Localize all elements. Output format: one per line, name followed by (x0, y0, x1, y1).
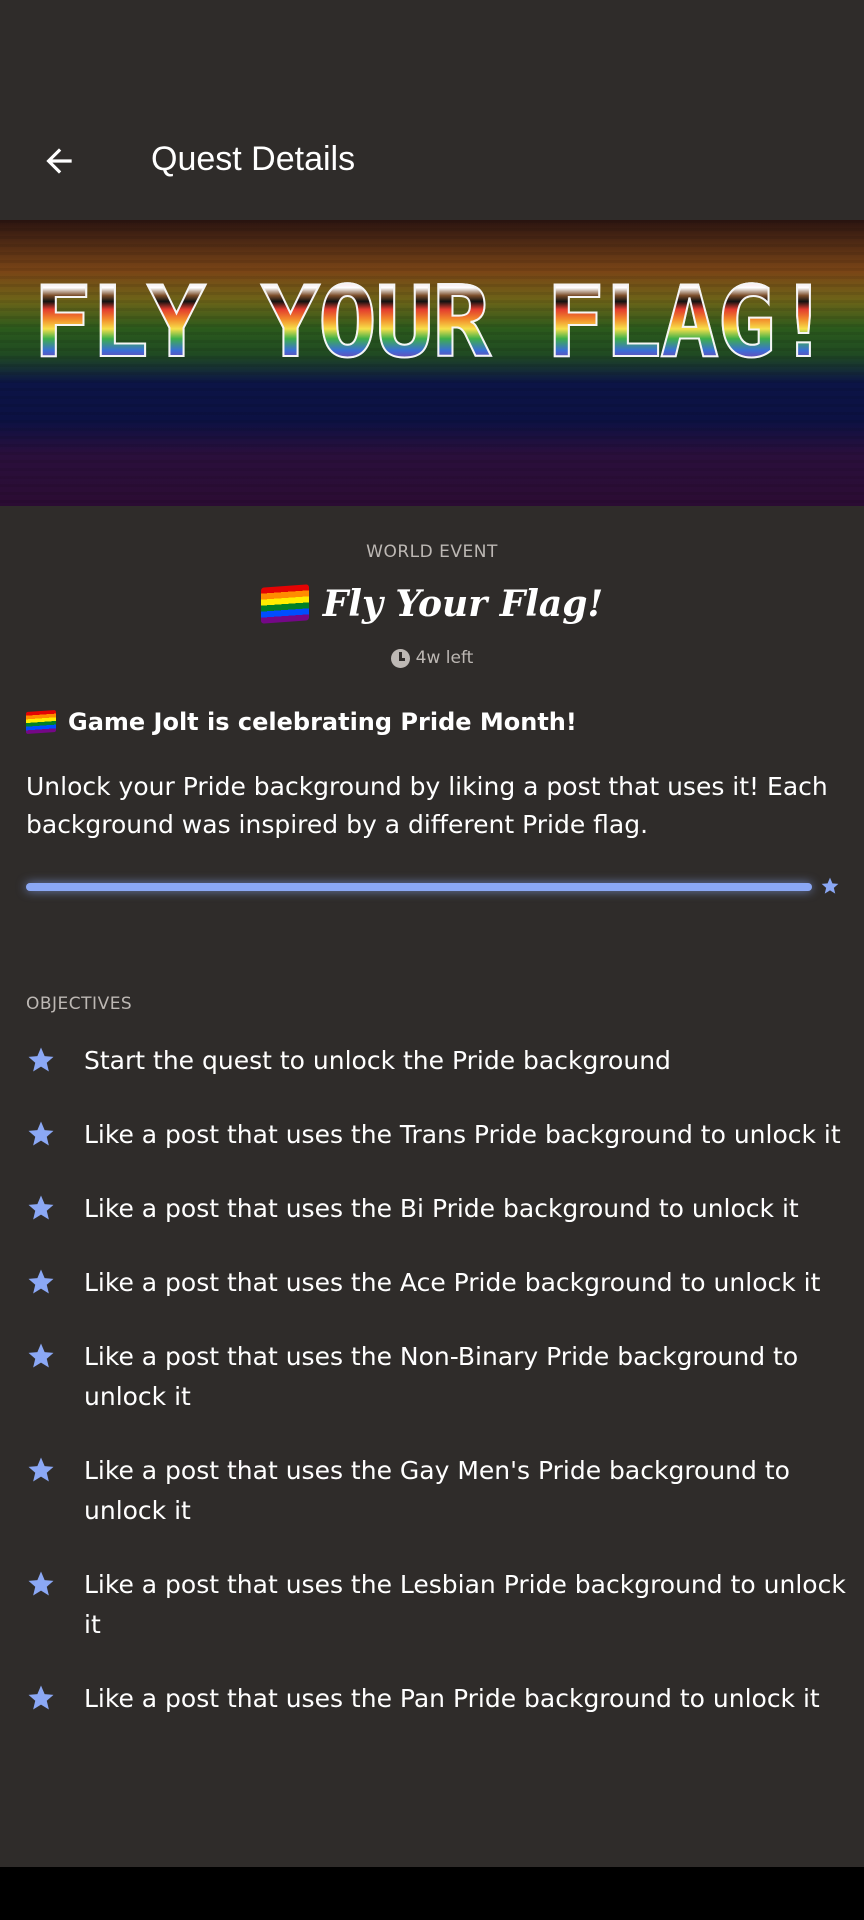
event-headline: Game Jolt is celebrating Pride Month! (68, 708, 577, 736)
objective-item: Like a post that uses the Trans Pride ba… (26, 1115, 846, 1155)
objectives-heading: OBJECTIVES (26, 994, 133, 1014)
time-remaining: 4w left (0, 648, 864, 668)
star-icon (28, 1269, 54, 1294)
progress-fill (26, 883, 812, 891)
page-title: Quest Details (151, 140, 356, 178)
objective-text: Like a post that uses the Pan Pride back… (84, 1684, 820, 1713)
time-left-text: 4w left (415, 648, 474, 668)
clock-icon (390, 648, 410, 668)
event-type-label: WORLD EVENT (366, 542, 498, 562)
objective-item: Like a post that uses the Ace Pride back… (26, 1263, 846, 1303)
objective-text: Like a post that uses the Bi Pride backg… (84, 1194, 799, 1223)
quest-details-screen: Quest Details FLY YOUR FLAG! WORLD EVENT… (0, 0, 864, 1867)
headline-row: Game Jolt is celebrating Pride Month! (26, 708, 577, 736)
objective-text: Like a post that uses the Lesbian Pride … (84, 1570, 846, 1639)
objective-text: Like a post that uses the Ace Pride back… (84, 1268, 821, 1297)
star-icon (28, 1571, 54, 1596)
star-icon (28, 1047, 54, 1072)
event-description: Unlock your Pride background by liking a… (26, 772, 828, 839)
objective-item: Like a post that uses the Bi Pride backg… (26, 1189, 846, 1229)
objective-item: Start the quest to unlock the Pride back… (26, 1041, 846, 1081)
objective-text: Like a post that uses the Trans Pride ba… (84, 1120, 841, 1149)
objective-item: Like a post that uses the Non-Binary Pri… (26, 1337, 846, 1417)
star-icon (28, 1343, 54, 1368)
star-icon (28, 1685, 54, 1710)
star-icon (28, 1195, 54, 1220)
objectives-list: Start the quest to unlock the Pride back… (26, 1041, 846, 1753)
objective-item: Like a post that uses the Gay Men's Prid… (26, 1451, 846, 1531)
objective-item: Like a post that uses the Pan Pride back… (26, 1679, 846, 1719)
event-title-row: Fly Your Flag! (0, 583, 864, 625)
objective-item: Like a post that uses the Lesbian Pride … (26, 1565, 846, 1645)
star-icon (821, 877, 839, 894)
star-icon (28, 1121, 54, 1146)
star-icon (28, 1457, 54, 1482)
event-title: Fly Your Flag! (322, 583, 604, 625)
back-button[interactable] (30, 132, 88, 190)
app-header: Quest Details (0, 110, 864, 218)
arrow-left-icon (46, 148, 72, 174)
quest-banner: FLY YOUR FLAG! (0, 220, 864, 506)
objective-text: Like a post that uses the Non-Binary Pri… (84, 1342, 799, 1411)
rainbow-flag-icon (260, 584, 309, 624)
rainbow-flag-icon (26, 709, 56, 735)
objective-text: Start the quest to unlock the Pride back… (84, 1046, 671, 1075)
quest-progress-bar (26, 883, 812, 891)
objective-text: Like a post that uses the Gay Men's Prid… (84, 1456, 790, 1525)
system-nav-bar (0, 1867, 864, 1920)
banner-text: FLY YOUR FLAG! (0, 273, 864, 373)
